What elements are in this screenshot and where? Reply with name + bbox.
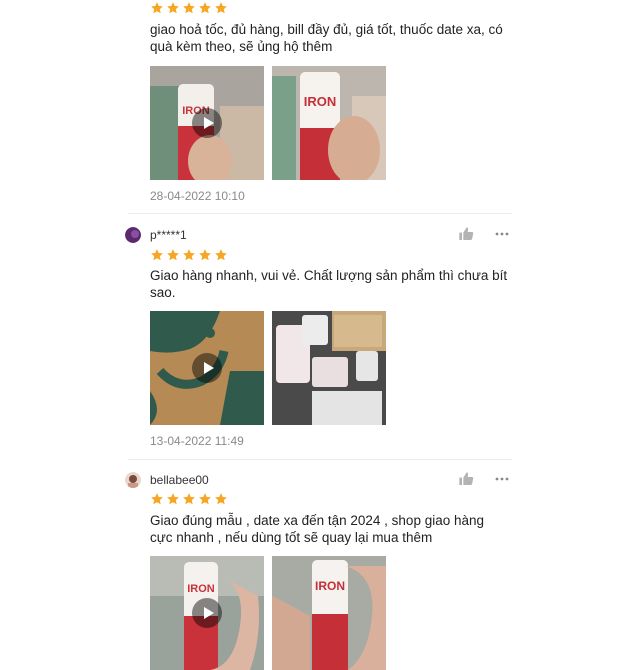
review-comment: Giao đúng mẫu , date xa đến tận 2024 , s… (150, 513, 485, 545)
review-date: 28-04-2022 10:10 (150, 189, 245, 203)
review-card: giao hoả tốc, đủ hàng, bill đầy đủ, giá … (128, 0, 512, 210)
review-image-thumbnail[interactable]: IRON (272, 556, 386, 670)
divider (128, 459, 512, 460)
review-comment: giao hoả tốc, đủ hàng, bill đầy đủ, giá … (150, 22, 503, 54)
avatar[interactable] (125, 227, 141, 243)
reviewer-username[interactable]: p*****1 (150, 228, 187, 242)
more-options-icon[interactable] (495, 229, 509, 239)
play-icon[interactable] (192, 108, 222, 138)
review-media: IRON IRON (150, 66, 386, 180)
reviewer-row: bellabee00 (125, 471, 512, 490)
review-media (150, 311, 386, 425)
avatar[interactable] (125, 472, 141, 488)
review-video-thumbnail[interactable]: IRON (150, 556, 264, 670)
star-icon (167, 249, 179, 261)
rating-stars (150, 492, 228, 506)
review-image-thumbnail[interactable] (272, 311, 386, 425)
star-icon (199, 249, 211, 261)
review-feed: giao hoả tốc, đủ hàng, bill đầy đủ, giá … (0, 0, 640, 670)
star-icon (151, 2, 163, 14)
package-photo (272, 311, 386, 425)
review-image-thumbnail[interactable]: IRON (272, 66, 386, 180)
star-icon (151, 493, 163, 505)
review-date: 13-04-2022 11:49 (150, 434, 244, 448)
play-icon[interactable] (192, 353, 222, 383)
star-icon (167, 493, 179, 505)
bottle-label: IRON (187, 583, 215, 595)
bottle-label: IRON (315, 579, 345, 593)
rating-stars (150, 248, 228, 262)
star-icon (151, 249, 163, 261)
star-icon (183, 249, 195, 261)
product-photo: IRON (272, 556, 386, 670)
star-icon (215, 249, 227, 261)
rating-stars (150, 1, 228, 15)
more-options-icon[interactable] (495, 474, 509, 484)
bottle-label: IRON (304, 94, 337, 109)
thumbs-up-icon[interactable] (458, 471, 474, 487)
star-icon (199, 2, 211, 14)
review-video-thumbnail[interactable]: IRON (150, 66, 264, 180)
star-icon (215, 2, 227, 14)
play-icon[interactable] (192, 598, 222, 628)
star-icon (167, 2, 179, 14)
review-video-thumbnail[interactable] (150, 311, 264, 425)
review-comment: Giao hàng nhanh, vui vẻ. Chất lượng sản … (150, 268, 508, 300)
star-icon (183, 493, 195, 505)
review-card: p*****1 Giao hàng nhanh, vui vẻ. Chất lư… (125, 226, 512, 452)
star-icon (215, 493, 227, 505)
product-photo: IRON (272, 66, 386, 180)
review-media: IRON IRON (150, 556, 386, 670)
divider (128, 213, 512, 214)
star-icon (183, 2, 195, 14)
review-card: bellabee00 Giao đúng mẫu , date xa đến t… (125, 471, 512, 670)
thumbs-up-icon[interactable] (458, 226, 474, 242)
star-icon (199, 493, 211, 505)
reviewer-row: p*****1 (125, 226, 512, 245)
reviewer-username[interactable]: bellabee00 (150, 473, 209, 487)
